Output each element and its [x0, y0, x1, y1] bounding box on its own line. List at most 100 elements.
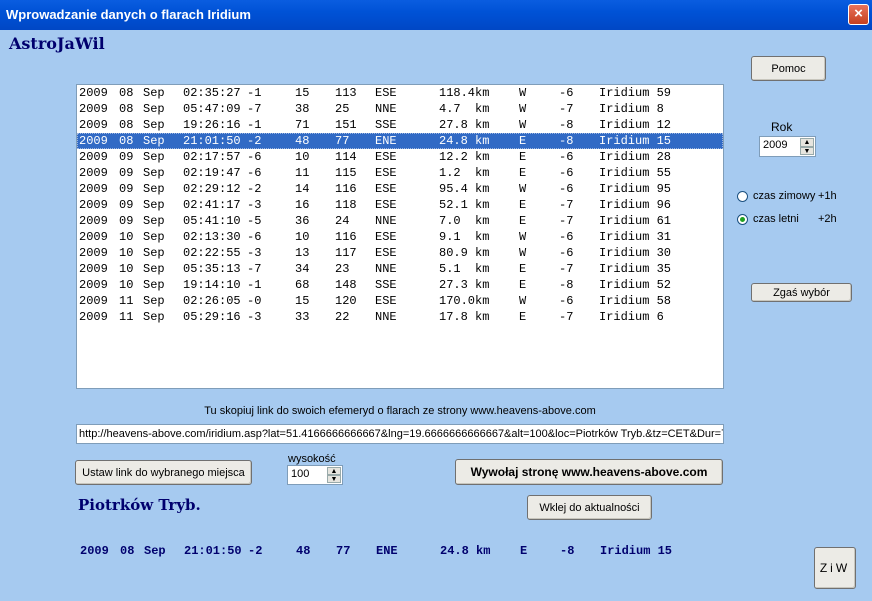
flare-cell: ENE [375, 134, 397, 148]
flare-cell: SSE [375, 278, 397, 292]
flare-cell: W [519, 86, 527, 100]
altitude-spin-arrows[interactable]: ▲ ▼ [327, 467, 341, 483]
paste-to-news-button[interactable]: Wklej do aktualności [527, 495, 652, 520]
flare-list-item[interactable]: 2009 09 Sep 02:19:47 -6 11 115 ESE 1.2 km E -6 Irid… [77, 165, 723, 181]
flare-cell: Iridium 95 [599, 182, 672, 196]
flare-cell: Sep [143, 262, 165, 276]
flare-list-item[interactable]: 2009 09 Sep 05:41:10 -5 36 24 NNE 7.0 km E -7 Iridi… [77, 213, 723, 229]
spin-up-icon[interactable]: ▲ [327, 467, 341, 475]
flare-list-item[interactable]: 2009 08 Sep 19:26:16 -1 71 151 SSE 27.8 km W -8 Iri… [77, 117, 723, 133]
flare-cell: Iridium 96 [599, 198, 672, 212]
flare-cell: 116 [335, 182, 357, 196]
flare-cell: W [519, 246, 527, 260]
flare-cell: 115 [335, 166, 357, 180]
flare-cell: Iridium 35 [599, 262, 672, 276]
flare-cell: ESE [375, 230, 397, 244]
url-input[interactable]: http://heavens-above.com/iridium.asp?lat… [76, 424, 724, 444]
flare-cell: Iridium 12 [599, 118, 672, 132]
flare-cell: ESE [375, 150, 397, 164]
flare-cell: E [519, 214, 527, 228]
year-spin-arrows[interactable]: ▲ ▼ [800, 138, 814, 155]
flare-cell: Iridium 52 [599, 278, 672, 292]
help-button[interactable]: Pomoc [751, 56, 826, 81]
flare-cell: Iridium 31 [599, 230, 672, 244]
flare-list[interactable]: 2009 08 Sep 02:35:27 -1 15 113 ESE 118.4km W -6 Iri… [76, 84, 724, 389]
flare-cell: -3 [247, 198, 262, 212]
current-flare-cell: 48 [296, 544, 311, 558]
flare-cell: E [519, 134, 527, 148]
open-heavens-above-button[interactable]: Wywołaj stronę www.heavens-above.com [455, 459, 723, 485]
flare-cell: 27.3 km [439, 278, 490, 292]
flare-list-item[interactable]: 2009 08 Sep 05:47:09 -7 38 25 NNE 4.7 km W -7 Iridi… [77, 101, 723, 117]
flare-cell: Sep [143, 278, 165, 292]
ziw-button[interactable]: ZiW [814, 547, 856, 589]
flare-cell: Iridium 55 [599, 166, 672, 180]
place-name: Piotrków Tryb. [78, 496, 201, 514]
flare-cell: 117 [335, 246, 357, 260]
flare-cell: -7 [559, 214, 574, 228]
flare-cell: SSE [375, 118, 397, 132]
flare-cell: 7.0 km [439, 214, 490, 228]
flare-list-item[interactable]: 2009 09 Sep 02:17:57 -6 10 114 ESE 12.2 km E -6 Iri… [77, 149, 723, 165]
flare-cell: -8 [559, 278, 574, 292]
flare-cell: 5.1 km [439, 262, 490, 276]
flare-cell: -7 [559, 198, 574, 212]
flare-cell: E [519, 198, 527, 212]
flare-cell: Sep [143, 166, 165, 180]
set-link-button[interactable]: Ustaw link do wybranego miejsca [75, 460, 252, 485]
flare-cell: 08 [119, 118, 134, 132]
flare-cell: 2009 [79, 230, 108, 244]
flare-cell: 2009 [79, 102, 108, 116]
flare-cell: 71 [295, 118, 310, 132]
window-title: Wprowadzanie danych o flarach Iridium [6, 7, 251, 22]
flare-list-item[interactable]: 2009 10 Sep 19:14:10 -1 68 148 SSE 27.3 km E -8 Iri… [77, 277, 723, 293]
title-bar[interactable]: Wprowadzanie danych o flarach Iridium × [0, 0, 872, 30]
flare-list-item[interactable]: 2009 08 Sep 21:01:50 -2 48 77 ENE 24.8 km E -8 Irid… [77, 133, 723, 149]
flare-cell: -2 [247, 134, 262, 148]
flare-cell: 34 [295, 262, 310, 276]
close-button[interactable]: × [848, 4, 869, 25]
altitude-spinner[interactable]: 100 ▲ ▼ [287, 465, 343, 485]
flare-cell: 114 [335, 150, 357, 164]
current-flare-cell: Iridium 15 [600, 544, 673, 558]
flare-list-item[interactable]: 2009 11 Sep 02:26:05 -0 15 120 ESE 170.0km W -6 Iri… [77, 293, 723, 309]
flare-cell: 21:01:50 [183, 134, 241, 148]
summer-time-radio[interactable] [737, 214, 748, 225]
flare-cell: -8 [559, 118, 574, 132]
winter-time-radio[interactable] [737, 191, 748, 202]
flare-cell: 13 [295, 246, 310, 260]
flare-list-item[interactable]: 2009 10 Sep 02:13:30 -6 10 116 ESE 9.1 km W -6 Irid… [77, 229, 723, 245]
flare-cell: 05:29:16 [183, 310, 241, 324]
flare-cell: -7 [247, 262, 262, 276]
flare-cell: 02:35:27 [183, 86, 241, 100]
flare-cell: E [519, 310, 527, 324]
flare-list-item[interactable]: 2009 09 Sep 02:41:17 -3 16 118 ESE 52.1 km E -7 Iri… [77, 197, 723, 213]
flare-list-item[interactable]: 2009 08 Sep 02:35:27 -1 15 113 ESE 118.4km W -6 Iri… [77, 85, 723, 101]
spin-up-icon[interactable]: ▲ [800, 138, 814, 147]
flare-cell: 02:29:12 [183, 182, 241, 196]
flare-cell: ESE [375, 246, 397, 260]
spin-down-icon[interactable]: ▼ [327, 475, 341, 483]
flare-cell: ESE [375, 182, 397, 196]
spin-down-icon[interactable]: ▼ [800, 146, 814, 155]
flare-cell: 05:35:13 [183, 262, 241, 276]
flare-cell: 148 [335, 278, 357, 292]
flare-list-item[interactable]: 2009 10 Sep 02:22:55 -3 13 117 ESE 80.9 km W -6 Iri… [77, 245, 723, 261]
flare-cell: Sep [143, 150, 165, 164]
flare-cell: 09 [119, 214, 134, 228]
current-flare-cell: -8 [560, 544, 575, 558]
flare-list-item[interactable]: 2009 09 Sep 02:29:12 -2 14 116 ESE 95.4 km W -6 Iri… [77, 181, 723, 197]
flare-cell: 12.2 km [439, 150, 490, 164]
flare-cell: -6 [559, 166, 574, 180]
year-spinner[interactable]: 2009 ▲ ▼ [759, 136, 816, 157]
flare-cell: 02:17:57 [183, 150, 241, 164]
flare-list-item[interactable]: 2009 11 Sep 05:29:16 -3 33 22 NNE 17.8 km E -7 Irid… [77, 309, 723, 325]
flare-cell: Iridium 58 [599, 294, 672, 308]
flare-list-item[interactable]: 2009 10 Sep 05:35:13 -7 34 23 NNE 5.1 km E -7 Iridi… [77, 261, 723, 277]
flare-cell: 2009 [79, 198, 108, 212]
flare-cell: 10 [119, 246, 134, 260]
flare-cell: 15 [295, 294, 310, 308]
clear-selection-button[interactable]: Zgaś wybór [751, 283, 852, 302]
flare-cell: 2009 [79, 214, 108, 228]
flare-cell: 38 [295, 102, 310, 116]
